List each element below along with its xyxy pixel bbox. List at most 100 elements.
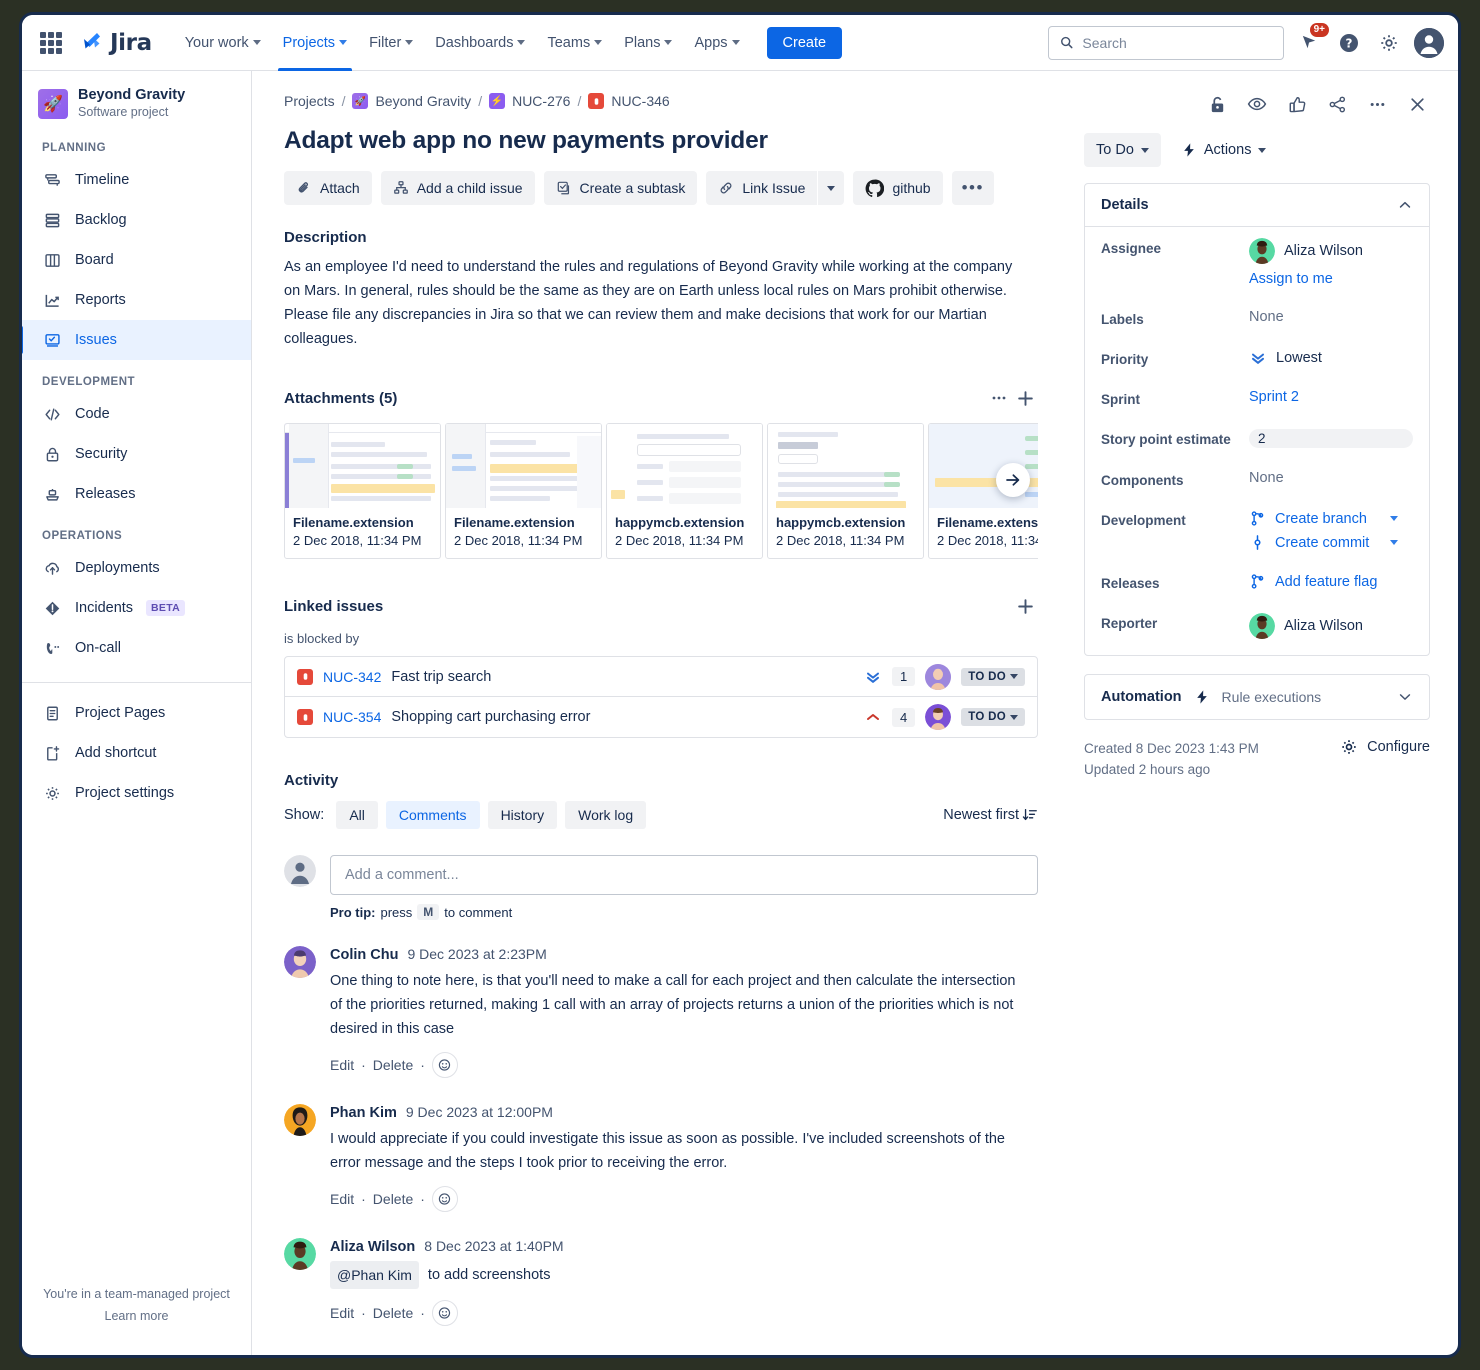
nav-item-filter[interactable]: Filter: [358, 15, 424, 71]
attach-button[interactable]: Attach: [284, 171, 372, 205]
linked-issue-row[interactable]: NUC-342 Fast trip search 1 TO DO: [285, 657, 1037, 697]
issue-more-actions-button[interactable]: •••: [952, 171, 994, 205]
share-icon[interactable]: [1324, 91, 1350, 117]
sprint-value[interactable]: Sprint 2: [1249, 389, 1413, 405]
sidebar-item-on-call[interactable]: On-call: [22, 628, 251, 668]
delete-comment-button[interactable]: Delete: [373, 1057, 413, 1073]
sidebar-item-releases[interactable]: Releases: [22, 474, 251, 514]
nav-item-dashboards[interactable]: Dashboards: [424, 15, 536, 71]
create-branch-row[interactable]: Create branch: [1249, 510, 1413, 527]
sidebar-item-deployments[interactable]: Deployments: [22, 548, 251, 588]
add-linked-issue-button[interactable]: [1012, 593, 1038, 619]
github-button[interactable]: github: [853, 171, 942, 205]
jira-logo[interactable]: Jira: [80, 30, 152, 56]
assignee-user[interactable]: Aliza Wilson: [1249, 238, 1413, 264]
tab-all[interactable]: All: [336, 801, 378, 829]
add-feature-flag-row[interactable]: Add feature flag: [1249, 573, 1413, 590]
create-button[interactable]: Create: [767, 27, 843, 59]
vote-icon[interactable]: [1284, 91, 1310, 117]
learn-more-link[interactable]: Learn more: [22, 1305, 251, 1327]
linked-issue-key[interactable]: NUC-354: [323, 709, 381, 725]
search-input[interactable]: [1082, 35, 1272, 51]
delete-comment-button[interactable]: Delete: [373, 1191, 413, 1207]
sidebar-item-reports[interactable]: Reports: [22, 280, 251, 320]
actions-button[interactable]: Actions: [1175, 133, 1273, 167]
field-value[interactable]: Lowest: [1249, 349, 1413, 367]
sidebar-item-project-pages[interactable]: Project Pages: [22, 693, 251, 733]
create-commit-row[interactable]: Create commit: [1249, 534, 1413, 551]
help-button[interactable]: ?: [1334, 28, 1364, 58]
components-value[interactable]: None: [1249, 470, 1413, 486]
linked-issue-key[interactable]: NUC-342: [323, 669, 381, 685]
breadcrumb-projects[interactable]: Projects: [284, 93, 335, 109]
issue-more-menu-icon[interactable]: [1364, 91, 1390, 117]
search-box[interactable]: [1048, 26, 1284, 60]
sort-order-button[interactable]: Newest first: [943, 807, 1038, 823]
edit-comment-button[interactable]: Edit: [330, 1191, 354, 1207]
attachment-card[interactable]: Filename.extension 2 Dec 2018, 11:34 PM: [445, 423, 602, 559]
add-reaction-button[interactable]: [432, 1186, 458, 1212]
field-value[interactable]: Aliza Wilson: [1249, 613, 1413, 639]
attachments-more-button[interactable]: [986, 385, 1012, 411]
create-branch-link[interactable]: Create branch: [1275, 511, 1367, 527]
sidebar-item-board[interactable]: Board: [22, 240, 251, 280]
attachments-next-button[interactable]: [996, 463, 1030, 497]
attachment-card[interactable]: happymcb.extension 2 Dec 2018, 11:34 PM: [767, 423, 924, 559]
close-icon[interactable]: [1404, 91, 1430, 117]
notifications-button[interactable]: 9+: [1294, 28, 1324, 58]
mention-chip[interactable]: @Phan Kim: [330, 1261, 419, 1289]
status-badge[interactable]: TO DO: [961, 668, 1025, 686]
expand-automation-icon[interactable]: [1397, 689, 1413, 705]
linked-issue-row[interactable]: NUC-354 Shopping cart purchasing error 4…: [285, 697, 1037, 737]
user-avatar[interactable]: [1414, 28, 1444, 58]
sidebar-item-code[interactable]: Code: [22, 394, 251, 434]
chevron-down-icon[interactable]: [1390, 540, 1398, 545]
add-attachment-button[interactable]: [1012, 385, 1038, 411]
nav-item-projects[interactable]: Projects: [272, 15, 358, 71]
delete-comment-button[interactable]: Delete: [373, 1305, 413, 1321]
automation-card[interactable]: Automation Rule executions: [1084, 674, 1430, 720]
sidebar-item-backlog[interactable]: Backlog: [22, 200, 251, 240]
project-header[interactable]: 🚀 Beyond Gravity Software project: [22, 71, 251, 126]
field-value[interactable]: 2: [1249, 429, 1413, 448]
watch-icon[interactable]: [1244, 91, 1270, 117]
create-commit-link[interactable]: Create commit: [1275, 535, 1369, 551]
tab-comments[interactable]: Comments: [386, 801, 480, 829]
breadcrumb-current-issue[interactable]: NUC-346: [611, 93, 669, 109]
link-issue-dropdown-button[interactable]: [818, 171, 844, 205]
sidebar-item-timeline[interactable]: Timeline: [22, 160, 251, 200]
nav-item-plans[interactable]: Plans: [613, 15, 683, 71]
status-badge[interactable]: TO DO: [961, 708, 1025, 726]
attachment-card[interactable]: happymcb.extension 2 Dec 2018, 11:34 PM: [606, 423, 763, 559]
sidebar-item-incidents[interactable]: Incidents BETA: [22, 588, 251, 628]
chevron-down-icon[interactable]: [1390, 516, 1398, 521]
create-subtask-button[interactable]: Create a subtask: [544, 171, 698, 205]
add-reaction-button[interactable]: [432, 1052, 458, 1078]
nav-item-apps[interactable]: Apps: [683, 15, 750, 71]
edit-comment-button[interactable]: Edit: [330, 1057, 354, 1073]
link-issue-button[interactable]: Link Issue: [706, 171, 817, 205]
status-dropdown-button[interactable]: To Do: [1084, 133, 1161, 167]
details-card-header[interactable]: Details: [1085, 184, 1429, 227]
attachments-strip[interactable]: Filename.extension 2 Dec 2018, 11:34 PM: [284, 423, 1038, 559]
add-child-issue-button[interactable]: Add a child issue: [381, 171, 535, 205]
sidebar-item-project-settings[interactable]: Project settings: [22, 773, 251, 813]
tab-history[interactable]: History: [488, 801, 558, 829]
breadcrumb-parent-issue[interactable]: NUC-276: [512, 93, 570, 109]
settings-button[interactable]: [1374, 28, 1404, 58]
add-feature-flag-link[interactable]: Add feature flag: [1275, 574, 1377, 590]
attachment-card[interactable]: Filename.extension 2 Dec 2018, 11:34 PM: [284, 423, 441, 559]
sidebar-item-security[interactable]: Security: [22, 434, 251, 474]
nav-item-your-work[interactable]: Your work: [174, 15, 272, 71]
edit-comment-button[interactable]: Edit: [330, 1305, 354, 1321]
sidebar-item-add-shortcut[interactable]: Add shortcut: [22, 733, 251, 773]
restrict-access-icon[interactable]: [1204, 91, 1230, 117]
app-switcher-icon[interactable]: [40, 32, 62, 54]
sidebar-item-issues[interactable]: Issues: [22, 320, 251, 360]
tab-work-log[interactable]: Work log: [565, 801, 646, 829]
assign-to-me-link[interactable]: Assign to me: [1249, 271, 1413, 287]
collapse-details-icon[interactable]: [1397, 197, 1413, 213]
add-comment-input[interactable]: Add a comment...: [330, 855, 1038, 895]
field-value[interactable]: None: [1249, 309, 1413, 325]
configure-button[interactable]: Configure: [1340, 738, 1430, 756]
